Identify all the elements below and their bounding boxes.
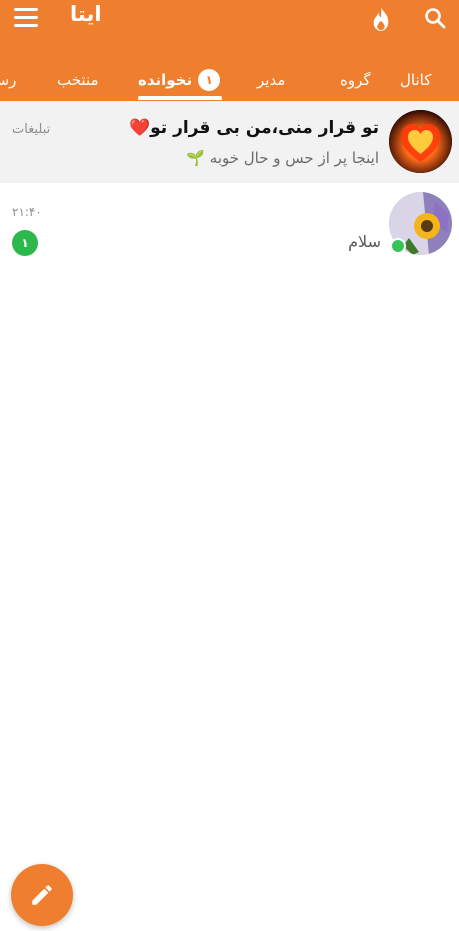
app-title: ایتا bbox=[70, 2, 102, 26]
ad-title-text: تو قرار منی،من بی قرار تو bbox=[150, 118, 379, 138]
tab-favorites[interactable]: منتخب bbox=[57, 62, 99, 98]
tab-resa[interactable]: رسا bbox=[0, 62, 16, 98]
unread-count-badge: ۱ bbox=[198, 69, 221, 91]
tab-unread[interactable]: نخوانده ۱ bbox=[138, 62, 221, 98]
tab-label: کانال bbox=[400, 71, 432, 89]
active-tab-indicator bbox=[138, 96, 222, 100]
chat-timestamp: ۲۱:۴۰ bbox=[12, 205, 42, 219]
tab-label: گروه bbox=[340, 71, 371, 89]
tab-label: مدیر bbox=[257, 71, 286, 89]
pencil-icon bbox=[32, 885, 52, 905]
ad-subtitle-text: اینجا پر از حس و حال خوبه bbox=[209, 149, 379, 167]
tab-strip: کانال گروه مدیر نخوانده ۱ منتخب رسا bbox=[0, 62, 459, 98]
ad-title: تو قرار منی،من بی قرار تو❤️ bbox=[129, 118, 379, 138]
chat-last-message: سلام bbox=[348, 232, 381, 251]
compose-button[interactable] bbox=[11, 864, 73, 926]
sprout-emoji: 🌱 bbox=[186, 149, 205, 167]
ad-subtitle: اینجا پر از حس و حال خوبه 🌱 bbox=[186, 149, 379, 167]
top-app-bar: ایتا کانال گروه مدیر نخوانده ۱ منتخب رسا bbox=[0, 0, 459, 101]
tab-group[interactable]: گروه bbox=[340, 62, 371, 98]
tab-label: رسا bbox=[0, 71, 17, 89]
tab-label: نخوانده bbox=[138, 71, 193, 89]
search-icon[interactable] bbox=[423, 6, 447, 30]
tab-admin[interactable]: مدیر bbox=[257, 62, 285, 98]
chat-unread-badge: ۱ bbox=[12, 230, 38, 256]
online-status-dot bbox=[390, 238, 406, 254]
ad-avatar bbox=[389, 110, 452, 173]
heart-emoji: ❤️ bbox=[128, 118, 151, 138]
menu-icon[interactable] bbox=[14, 8, 38, 27]
ad-label: تبلیغات bbox=[12, 122, 51, 137]
tab-channel[interactable]: کانال bbox=[400, 62, 431, 98]
fire-icon[interactable] bbox=[370, 6, 392, 32]
tab-label: منتخب bbox=[57, 71, 99, 89]
